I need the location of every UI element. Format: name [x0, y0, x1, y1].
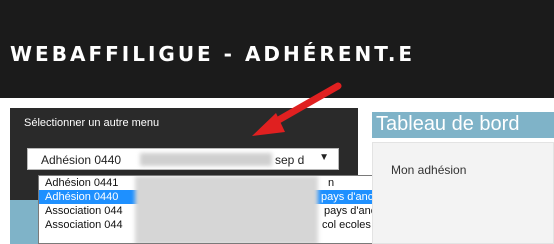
menu-panel-title: Sélectionner un autre menu [24, 117, 160, 129]
option-label: Association 044 [45, 205, 123, 217]
page-title: Tableau de bord [376, 113, 520, 135]
option-label-tail: n [328, 177, 335, 189]
option-label: Adhésion 0440 [45, 191, 119, 203]
app-header: WEBAFFILIGUE - ADHÉRENT.E [0, 0, 554, 98]
menu-select-value: Adhésion 0440 [41, 153, 122, 167]
membership-card[interactable]: Mon adhésion [372, 142, 554, 244]
chevron-down-icon[interactable]: ▼ [319, 152, 329, 163]
membership-card-label: Mon adhésion [391, 163, 467, 177]
redacted-text [140, 153, 272, 166]
brand-title: WEBAFFILIGUE - ADHÉRENT.E [10, 42, 416, 66]
redacted-region [135, 176, 318, 243]
menu-select[interactable]: Adhésion 0440 sep d ▼ [27, 148, 339, 170]
option-label: Adhésion 0441 [45, 177, 119, 189]
menu-select-value-tail: sep d [275, 153, 305, 167]
option-label: Association 044 [45, 219, 123, 231]
page-title-bar: Tableau de bord [372, 112, 554, 138]
